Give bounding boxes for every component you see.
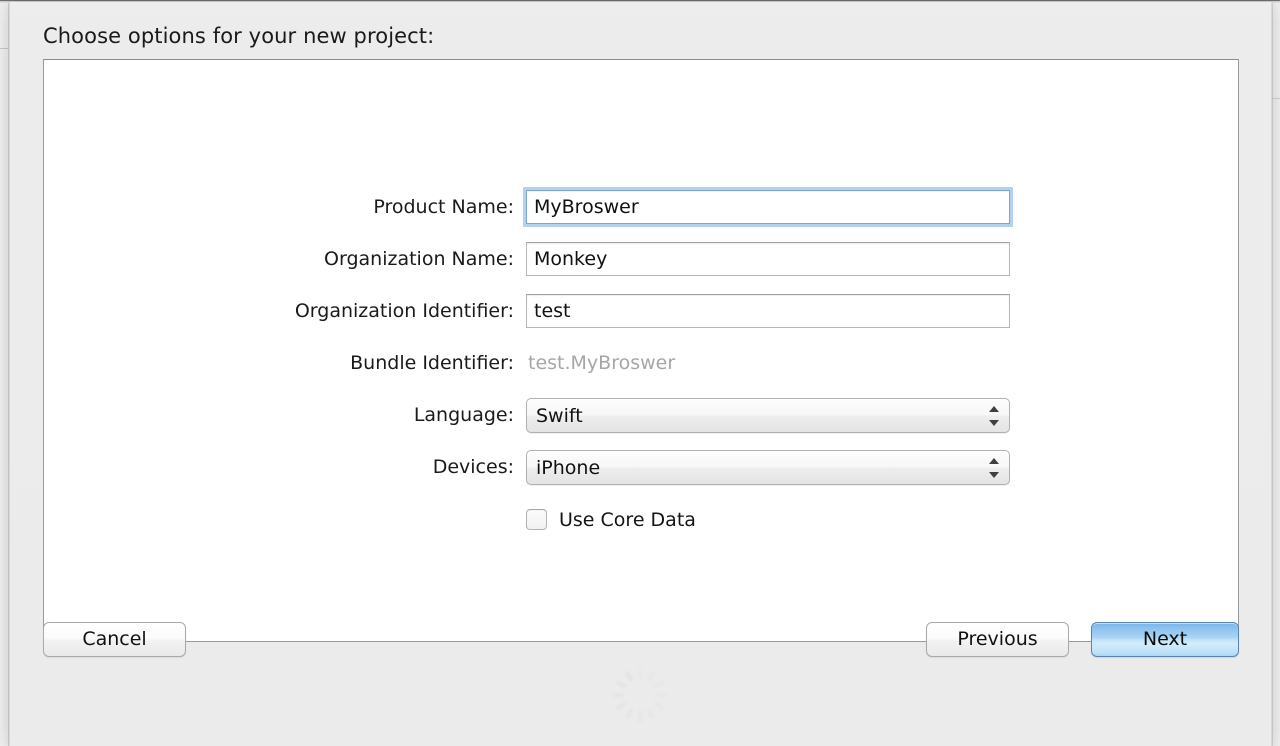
form-row: Product Name:	[44, 190, 1238, 224]
background-right-divider	[1272, 98, 1280, 99]
form-row: Language: Swift	[44, 398, 1238, 433]
spinner-spoke	[615, 679, 628, 689]
form-row-control: iPhone	[526, 450, 1010, 485]
spinner-spoke	[652, 701, 665, 711]
use-core-data-checkbox[interactable]	[526, 509, 547, 530]
form-row-label: Language:	[413, 404, 514, 426]
form-row-control	[526, 242, 1010, 276]
spinner-spoke	[638, 668, 642, 679]
new-project-options-sheet: Choose options for your new project: Pro…	[9, 2, 1272, 746]
spinner-spoke	[646, 707, 656, 720]
next-button[interactable]: Next	[1091, 622, 1239, 657]
background-left-divider	[0, 48, 9, 49]
background-left-gutter	[0, 3, 9, 746]
spinner-spoke	[613, 693, 624, 697]
stepper-arrows-icon	[989, 405, 1000, 427]
page-title: Choose options for your new project:	[43, 24, 435, 48]
spinner-spoke	[652, 679, 665, 689]
spinner-spoke	[646, 670, 656, 683]
previous-button[interactable]: Previous	[926, 622, 1069, 657]
form-row-label: Bundle Identifier:	[350, 352, 514, 374]
spinner-spoke	[624, 670, 634, 683]
form-row-label: Organization Name:	[324, 248, 514, 270]
product-name-input[interactable]	[526, 190, 1010, 224]
progress-spinner-icon	[604, 659, 676, 731]
form-row-control	[526, 294, 1010, 328]
form-row-label: Devices:	[432, 456, 514, 478]
organization-name-input[interactable]	[526, 242, 1010, 276]
devices-select[interactable]: iPhone	[526, 450, 1010, 485]
form-row-label: Product Name:	[373, 196, 514, 218]
organization-identifier-input[interactable]	[526, 294, 1010, 328]
screen: No Selection Choose options for your new…	[0, 0, 1280, 746]
form-row-control: Swift	[526, 398, 1010, 433]
spinner-spoke	[656, 693, 667, 697]
form-row: Bundle Identifier: test.MyBroswer	[44, 346, 1238, 380]
spinner-spoke	[624, 707, 634, 720]
background-right-gutter	[1272, 3, 1280, 746]
options-panel: Product Name: Organization Name: Organizat…	[43, 59, 1239, 642]
cancel-button[interactable]: Cancel	[43, 622, 186, 657]
language-selected-value: Swift	[536, 405, 583, 427]
form-row: Organization Name:	[44, 242, 1238, 276]
stepper-arrows-icon	[989, 457, 1000, 479]
spinner-spoke	[615, 701, 628, 711]
form-row-control: test.MyBroswer	[526, 346, 675, 380]
form-row: Devices: iPhone	[44, 450, 1238, 485]
form-row-label: Organization Identifier:	[294, 300, 514, 322]
form-row-control	[526, 190, 1010, 224]
bundle-identifier-value: test.MyBroswer	[528, 352, 676, 374]
form-row: Organization Identifier:	[44, 294, 1238, 328]
spinner-spoke	[638, 711, 642, 722]
language-select[interactable]: Swift	[526, 398, 1010, 433]
use-core-data-label: Use Core Data	[559, 509, 696, 531]
devices-selected-value: iPhone	[536, 457, 601, 479]
